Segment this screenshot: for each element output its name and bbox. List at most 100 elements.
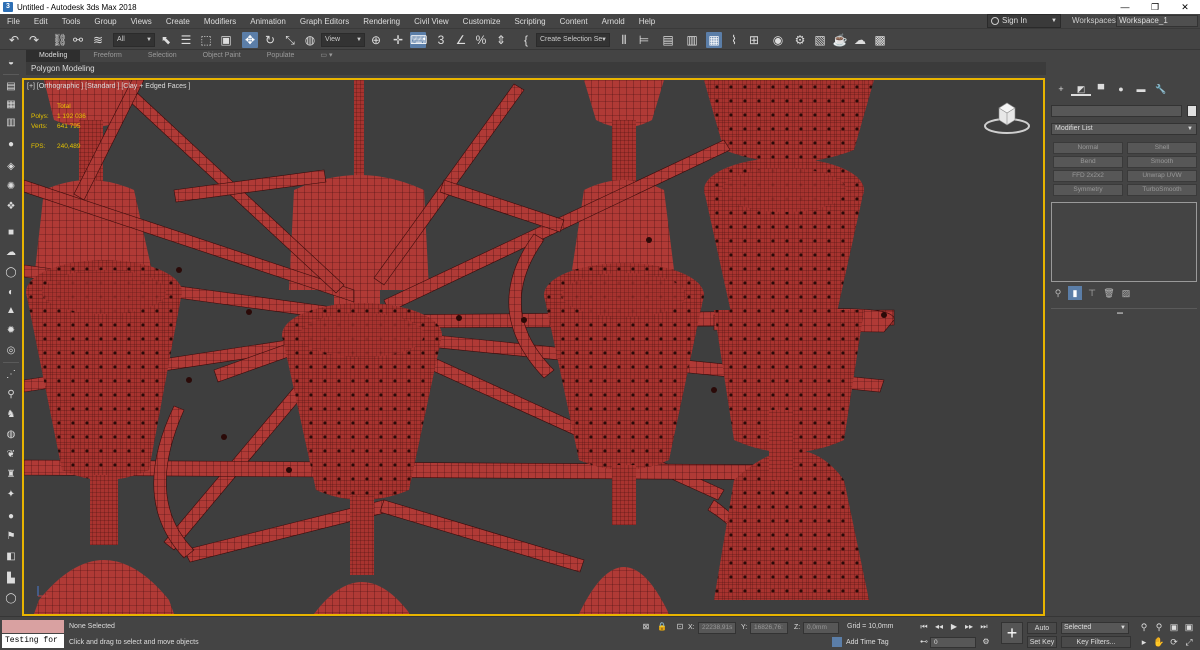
- utility-icon[interactable]: ⚑: [4, 530, 18, 544]
- particle-icon[interactable]: ✺: [4, 180, 18, 194]
- sign-in-button[interactable]: Sign In ▼: [987, 14, 1061, 28]
- isolate-selection-icon[interactable]: ⊠: [640, 621, 652, 633]
- modifier-symmetry-button[interactable]: Symmetry: [1053, 184, 1123, 196]
- menu-rendering[interactable]: Rendering: [356, 17, 407, 26]
- render-production-icon[interactable]: ☕: [832, 32, 848, 48]
- snaps-toggle-icon[interactable]: 3: [433, 32, 449, 48]
- key-mode-icon[interactable]: ⊷: [918, 636, 930, 648]
- bind-space-warp-icon[interactable]: ≋: [90, 32, 106, 48]
- schematic-view-icon[interactable]: ⊞: [746, 32, 762, 48]
- globe-icon[interactable]: ◍: [4, 428, 18, 442]
- shape-icon[interactable]: ☁: [4, 246, 18, 260]
- viewcube[interactable]: [983, 98, 1031, 140]
- torus-icon[interactable]: ◎: [4, 344, 18, 358]
- render-setup-icon[interactable]: ⚙: [792, 32, 808, 48]
- layer-explorer-icon[interactable]: ▥: [684, 32, 700, 48]
- selection-filter-dropdown[interactable]: All ▼: [113, 33, 155, 47]
- modifier-normal-button[interactable]: Normal: [1053, 142, 1123, 154]
- geosphere-icon[interactable]: ◐: [4, 286, 18, 300]
- modifier-ffd-button[interactable]: FFD 2x2x2: [1053, 170, 1123, 182]
- modifier-stack[interactable]: [1051, 202, 1197, 282]
- selection-lock-icon[interactable]: 🔒: [656, 621, 668, 633]
- remove-modifier-icon[interactable]: 🗑: [1102, 286, 1116, 300]
- spinner-snap-icon[interactable]: ⇕: [493, 32, 509, 48]
- pin-stack-icon[interactable]: ⚲: [1051, 286, 1065, 300]
- manipulate-icon[interactable]: ✛: [390, 32, 406, 48]
- create-tab-icon[interactable]: +: [1051, 82, 1071, 96]
- zoom-all-icon[interactable]: ⚲: [1153, 621, 1165, 633]
- scene-explorer-toggle-icon[interactable]: ◒: [4, 56, 18, 70]
- modifier-bend-button[interactable]: Bend: [1053, 156, 1123, 168]
- polygon-modeling-button[interactable]: Polygon Modeling: [26, 64, 95, 73]
- material-editor-icon[interactable]: ◉: [770, 32, 786, 48]
- menu-tools[interactable]: Tools: [55, 17, 88, 26]
- layers-icon[interactable]: ▙: [4, 572, 18, 586]
- menu-edit[interactable]: Edit: [27, 17, 55, 26]
- menu-graph-editors[interactable]: Graph Editors: [293, 17, 356, 26]
- close-button[interactable]: ✕: [1170, 0, 1200, 14]
- set-key-button[interactable]: Set Key: [1027, 636, 1057, 648]
- percent-snap-icon[interactable]: %: [473, 32, 489, 48]
- minimize-button[interactable]: —: [1110, 0, 1140, 14]
- menu-customize[interactable]: Customize: [456, 17, 508, 26]
- maxscript-listener-output[interactable]: [2, 620, 64, 633]
- key-selection-dropdown[interactable]: Selected ▼: [1061, 622, 1129, 634]
- curve-editor-icon[interactable]: ⌇: [726, 32, 742, 48]
- select-and-move-icon[interactable]: ✥: [242, 32, 258, 48]
- current-frame-field[interactable]: 0: [930, 637, 976, 648]
- modifier-shell-button[interactable]: Shell: [1127, 142, 1197, 154]
- go-to-end-icon[interactable]: ⏭: [978, 621, 990, 633]
- object-color-swatch[interactable]: [1187, 105, 1197, 117]
- sun-icon[interactable]: ✹: [4, 324, 18, 338]
- named-selection-dropdown[interactable]: Create Selection Se ▼: [536, 33, 610, 47]
- absolute-mode-icon[interactable]: ⊡: [674, 621, 686, 633]
- modifier-list-dropdown[interactable]: Modifier List ▼: [1051, 123, 1197, 135]
- a360-icon[interactable]: ▩: [872, 32, 888, 48]
- menu-help[interactable]: Help: [632, 17, 662, 26]
- keyboard-shortcut-override-icon[interactable]: ⌨: [410, 32, 427, 48]
- modify-tab-icon[interactable]: ◩: [1071, 82, 1091, 96]
- menu-group[interactable]: Group: [87, 17, 123, 26]
- menu-arnold[interactable]: Arnold: [595, 17, 632, 26]
- time-config-icon[interactable]: ⚙: [980, 636, 992, 648]
- menu-civil-view[interactable]: Civil View: [407, 17, 456, 26]
- ribbon-options-icon[interactable]: ▭ ▾: [307, 50, 345, 62]
- undo-icon[interactable]: ↶: [6, 32, 22, 48]
- zoom-extents-icon[interactable]: ▣: [1168, 621, 1180, 633]
- select-and-rotate-icon[interactable]: ↻: [262, 32, 278, 48]
- maximize-viewport-icon[interactable]: ⤢: [1183, 636, 1195, 648]
- configure-sets-icon[interactable]: ▨: [1119, 286, 1133, 300]
- set-keys-icon[interactable]: +: [1001, 622, 1023, 644]
- helper-icon[interactable]: ❖: [4, 200, 18, 214]
- workspace-dropdown[interactable]: Workspace_1: [1116, 15, 1198, 27]
- object-name-field[interactable]: [1051, 105, 1182, 117]
- make-unique-icon[interactable]: ⊤: [1085, 286, 1099, 300]
- select-object-icon[interactable]: ⬉: [158, 32, 174, 48]
- camera-icon[interactable]: ◈: [4, 160, 18, 174]
- menu-file[interactable]: File: [0, 17, 27, 26]
- pivot-center-icon[interactable]: ⊕: [368, 32, 384, 48]
- x-coordinate-field[interactable]: 22238,91s: [698, 622, 736, 634]
- character-icon[interactable]: ♞: [4, 408, 18, 422]
- link-icon[interactable]: ⛓: [52, 32, 68, 48]
- menu-scripting[interactable]: Scripting: [507, 17, 552, 26]
- menu-animation[interactable]: Animation: [243, 17, 293, 26]
- go-to-start-icon[interactable]: ⏮: [918, 621, 930, 633]
- viewport-label[interactable]: [+] [Orthographic ] [Standard ] [Clay + …: [27, 83, 190, 90]
- show-end-result-icon[interactable]: ▮: [1068, 286, 1082, 300]
- maxscript-listener-input[interactable]: Testing for :: [2, 634, 64, 648]
- viewport[interactable]: [+] [Orthographic ] [Standard ] [Clay + …: [22, 78, 1045, 616]
- menu-create[interactable]: Create: [159, 17, 197, 26]
- modifier-smooth-button[interactable]: Smooth: [1127, 156, 1197, 168]
- play-icon[interactable]: ▶: [948, 621, 960, 633]
- zoom-icon[interactable]: ⚲: [1138, 621, 1150, 633]
- tab-selection[interactable]: Selection: [135, 50, 190, 62]
- maximize-button[interactable]: ❐: [1140, 0, 1170, 14]
- render-cloud-icon[interactable]: ☁: [852, 32, 868, 48]
- motion-tab-icon[interactable]: ●: [1111, 82, 1131, 96]
- tab-populate[interactable]: Populate: [254, 50, 308, 62]
- spacewarp-icon[interactable]: ⋰: [4, 368, 18, 382]
- pan-view-icon[interactable]: ✋: [1153, 636, 1165, 648]
- select-and-scale-icon[interactable]: ⤡: [282, 32, 298, 48]
- scene-explorer-icon[interactable]: ▤: [660, 32, 676, 48]
